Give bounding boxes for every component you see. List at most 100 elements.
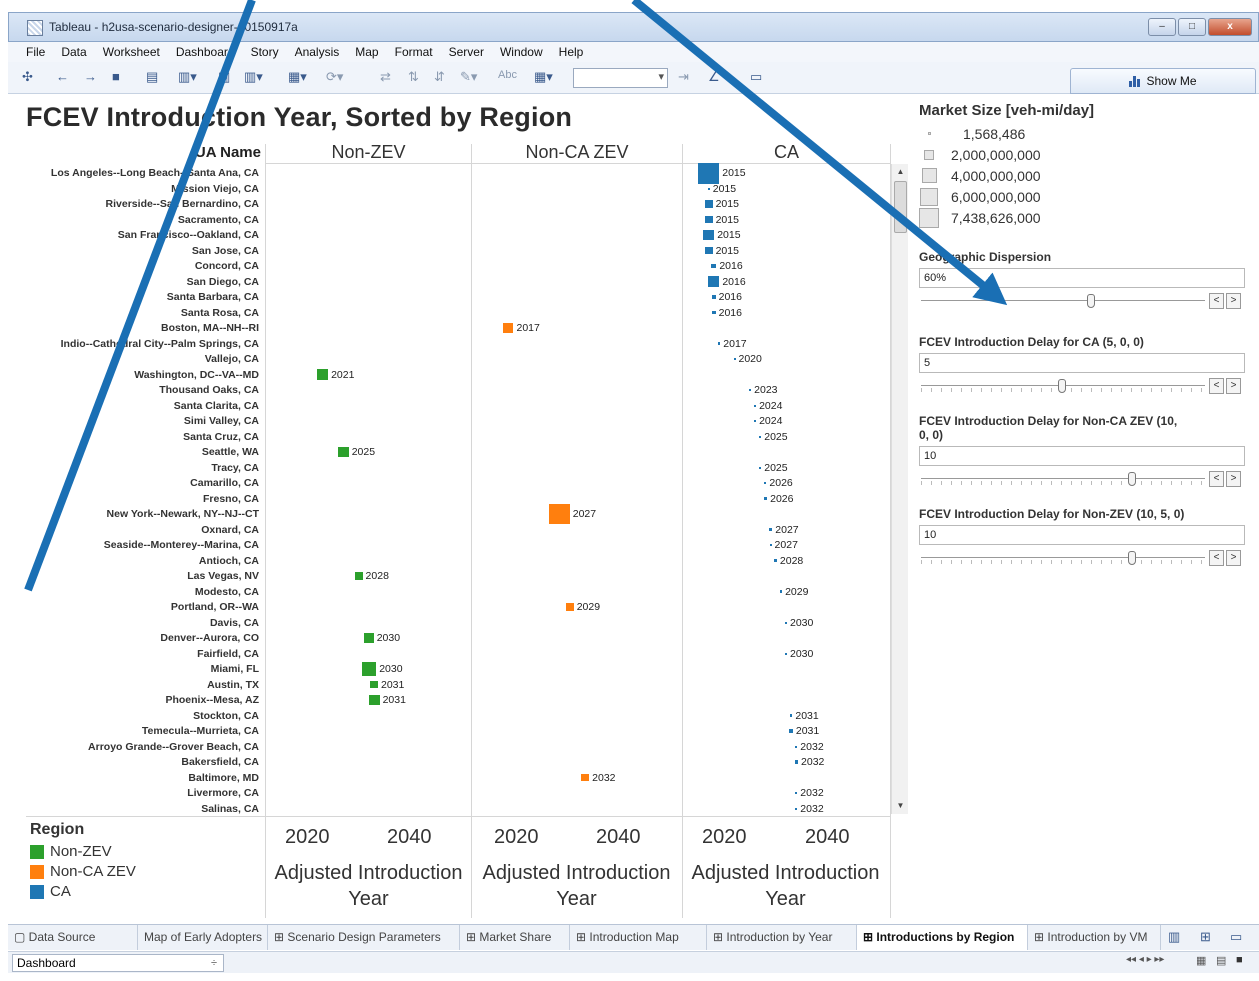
menu-window[interactable]: Window xyxy=(492,42,551,62)
data-mark[interactable] xyxy=(364,633,374,643)
clear-sheet-icon[interactable]: ▥▾ xyxy=(244,69,263,87)
duplicate-sheet-icon[interactable]: ▥ xyxy=(218,69,230,87)
row-label[interactable]: Seattle, WA xyxy=(8,445,259,459)
scroll-thumb[interactable] xyxy=(894,181,907,233)
data-mark[interactable] xyxy=(698,162,720,184)
sort-descending-icon[interactable]: ⇵ xyxy=(434,69,445,87)
data-mark[interactable] xyxy=(785,621,787,624)
show-sheet-sorter-icon[interactable]: ▦ xyxy=(1196,954,1206,972)
data-mark[interactable] xyxy=(337,446,349,458)
row-label[interactable]: Oxnard, CA xyxy=(8,523,259,537)
new-worksheet-icon[interactable]: ▥ xyxy=(1168,929,1180,947)
row-label[interactable]: Camarillo, CA xyxy=(8,476,259,490)
data-mark[interactable] xyxy=(774,559,777,562)
row-label[interactable]: Las Vegas, NV xyxy=(8,569,259,583)
param-slider[interactable]: < > xyxy=(919,548,1249,570)
menu-story[interactable]: Story xyxy=(243,42,287,62)
data-mark[interactable] xyxy=(789,729,793,733)
tab-map-of-early-adopters[interactable]: Map of Early Adopters xyxy=(138,925,268,950)
show-filmstrip-icon[interactable]: ▤ xyxy=(1216,954,1226,972)
legend-item-non-ca-zev[interactable]: Non-CA ZEV xyxy=(30,863,136,880)
data-mark[interactable] xyxy=(794,760,799,764)
data-mark[interactable] xyxy=(759,466,762,469)
menu-file[interactable]: File xyxy=(18,42,53,62)
tab-introduction-map[interactable]: ⊞ Introduction Map xyxy=(570,925,707,950)
show-marks-icon[interactable]: ∠ xyxy=(708,69,720,87)
data-mark[interactable] xyxy=(703,229,715,241)
new-dashboard-icon[interactable]: ⊞ xyxy=(1200,929,1211,947)
row-label[interactable]: San Diego, CA xyxy=(8,275,259,289)
data-mark[interactable] xyxy=(717,342,721,345)
row-label[interactable]: Stockton, CA xyxy=(8,709,259,723)
row-label[interactable]: Antioch, CA xyxy=(8,554,259,568)
data-mark[interactable] xyxy=(712,310,716,315)
tab-scenario-design-parameters[interactable]: ⊞ Scenario Design Parameters xyxy=(268,925,460,950)
row-label[interactable]: Arroyo Grande--Grover Beach, CA xyxy=(8,740,259,754)
row-label[interactable]: Seaside--Monterey--Marina, CA xyxy=(8,538,259,552)
refresh-icon[interactable]: ⟳▾ xyxy=(326,69,343,87)
menu-dashboard[interactable]: Dashboard xyxy=(168,42,243,62)
row-label[interactable]: Modesto, CA xyxy=(8,585,259,599)
data-mark[interactable] xyxy=(712,295,716,299)
step-right-icon[interactable]: > xyxy=(1226,293,1241,309)
row-label[interactable]: Denver--Aurora, CO xyxy=(8,631,259,645)
scroll-up-icon[interactable]: ▲ xyxy=(892,164,909,180)
param-slider[interactable]: < > xyxy=(919,291,1249,313)
tab-market-share[interactable]: ⊞ Market Share xyxy=(460,925,570,950)
back-icon[interactable]: ← xyxy=(56,69,69,87)
menu-data[interactable]: Data xyxy=(53,42,94,62)
menu-map[interactable]: Map xyxy=(347,42,386,62)
row-label[interactable]: Austin, TX xyxy=(8,678,259,692)
data-mark[interactable] xyxy=(549,503,570,525)
data-mark[interactable] xyxy=(795,792,798,794)
close-button[interactable]: x xyxy=(1208,18,1252,36)
data-mark[interactable] xyxy=(795,807,798,810)
legend-item-non-zev[interactable]: Non-ZEV xyxy=(30,843,136,860)
tab-introduction-by-vm[interactable]: ⊞ Introduction by VM xyxy=(1028,925,1161,950)
new-story-icon[interactable]: ▭ xyxy=(1230,929,1242,947)
data-mark[interactable] xyxy=(707,187,710,190)
row-label[interactable]: Salinas, CA xyxy=(8,802,259,816)
data-mark[interactable] xyxy=(763,496,768,501)
param-value-input[interactable]: 10 xyxy=(919,446,1245,466)
data-mark[interactable] xyxy=(361,661,377,677)
show-me-button[interactable]: Show Me xyxy=(1070,68,1256,94)
row-label[interactable]: Riverside--San Bernardino, CA xyxy=(8,197,259,211)
maximize-button[interactable]: □ xyxy=(1178,18,1206,36)
step-right-icon[interactable]: > xyxy=(1226,378,1241,394)
fix-axes-icon[interactable]: ⇥ xyxy=(678,69,689,87)
slider-thumb[interactable] xyxy=(1058,379,1066,393)
data-mark[interactable] xyxy=(795,745,798,748)
row-label[interactable]: Indio--Cathedral City--Palm Springs, CA xyxy=(8,337,259,351)
label-abc-icon[interactable]: Abc xyxy=(498,69,517,87)
data-mark[interactable] xyxy=(370,680,378,689)
menu-server[interactable]: Server xyxy=(441,42,492,62)
menu-help[interactable]: Help xyxy=(551,42,592,62)
sheet-navigation-icons[interactable]: ◂◂ ◂ ▸ ▸▸ xyxy=(1126,954,1164,972)
save-icon[interactable]: ■ xyxy=(112,69,120,87)
forward-icon[interactable]: → xyxy=(84,69,97,87)
param-slider[interactable]: < > xyxy=(919,469,1249,491)
slider-thumb[interactable] xyxy=(1128,472,1136,486)
row-label[interactable]: Temecula--Murrieta, CA xyxy=(8,724,259,738)
tab-introduction-by-year[interactable]: ⊞ Introduction by Year xyxy=(707,925,857,950)
row-label[interactable]: Santa Rosa, CA xyxy=(8,306,259,320)
show-tabs-icon[interactable]: ■ xyxy=(1236,954,1243,972)
row-label[interactable]: New York--Newark, NY--NJ--CT xyxy=(8,507,259,521)
row-label[interactable]: Bakersfield, CA xyxy=(8,755,259,769)
data-mark[interactable] xyxy=(759,435,762,438)
row-label[interactable]: Santa Barbara, CA xyxy=(8,290,259,304)
data-mark[interactable] xyxy=(733,358,736,360)
row-label[interactable]: Portland, OR--WA xyxy=(8,600,259,614)
row-label[interactable]: San Jose, CA xyxy=(8,244,259,258)
fit-width-select[interactable] xyxy=(573,68,668,88)
presentation-icon[interactable]: ▭ xyxy=(750,69,762,87)
row-label[interactable]: Los Angeles--Long Beach--Santa Ana, CA xyxy=(8,166,259,180)
minimize-button[interactable]: – xyxy=(1148,18,1176,36)
slider-thumb[interactable] xyxy=(1128,551,1136,565)
data-mark[interactable] xyxy=(754,420,757,422)
data-mark[interactable] xyxy=(581,773,590,782)
row-label[interactable]: Simi Valley, CA xyxy=(8,414,259,428)
step-right-icon[interactable]: > xyxy=(1226,471,1241,487)
row-label[interactable]: Miami, FL xyxy=(8,662,259,676)
